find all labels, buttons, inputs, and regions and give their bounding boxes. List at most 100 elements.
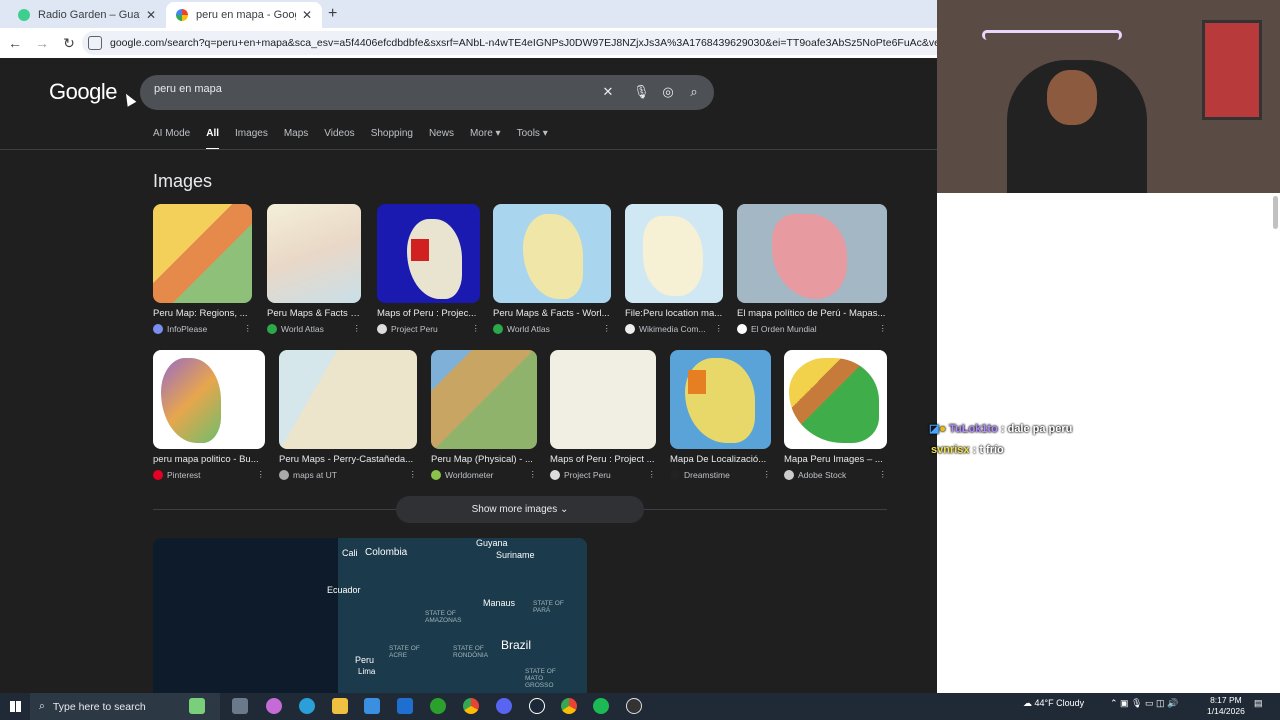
image-caption[interactable]: File:Peru location ma... [625,308,723,319]
camera-lens-icon[interactable]: ◎ [660,84,676,100]
search-icon[interactable]: ⌕ [686,84,702,100]
image-caption[interactable]: Maps of Peru : Project ... [550,454,656,465]
steam-icon[interactable] [529,698,545,714]
tab-all[interactable]: All [206,128,220,150]
task-view-icon[interactable] [232,698,248,714]
discord-icon[interactable] [496,698,512,714]
image-caption[interactable]: Peru Maps & Facts - Worl... [493,308,611,319]
map-preview[interactable]: Cali Colombia Guyana Suriname Ecuador Ma… [153,538,587,693]
google-logo[interactable]: Google [49,79,117,105]
more-options-icon[interactable]: ⋮ [529,469,538,480]
more-options-icon[interactable]: ⋮ [648,469,657,480]
image-result[interactable]: Peru Map: Regions, ... InfoPlease ⋮ [153,204,252,334]
store-icon[interactable] [364,698,380,714]
close-tab-icon[interactable]: ✕ [146,8,156,22]
edge-icon[interactable] [299,698,315,714]
site-info-icon[interactable] [88,36,102,50]
more-options-icon[interactable]: ⋮ [763,469,772,480]
image-thumbnail[interactable] [279,350,417,449]
tab-more[interactable]: More ▾ [470,128,501,150]
image-caption[interactable]: Peru Maps - Perry-Castañeda... [279,454,417,465]
tab-tools[interactable]: Tools ▾ [517,128,548,150]
image-caption[interactable]: Mapa Peru Images – ... [784,454,887,465]
image-caption[interactable]: Peru Maps & Facts - ... [267,308,361,319]
clear-icon[interactable]: ✕ [600,84,616,100]
image-thumbnail[interactable] [625,204,723,303]
image-thumbnail[interactable] [153,350,265,449]
more-options-icon[interactable]: ⋮ [715,323,724,334]
xbox-icon[interactable] [430,698,446,714]
image-thumbnail[interactable] [493,204,611,303]
search-input[interactable] [154,83,584,95]
image-caption[interactable]: Mapa De Localizació... [670,454,771,465]
image-caption[interactable]: El mapa político de Perú - Mapas... [737,308,887,319]
more-options-icon[interactable]: ⋮ [472,323,481,334]
more-options-icon[interactable]: ⋮ [353,323,362,334]
copilot-icon[interactable] [266,698,282,714]
close-tab-icon[interactable]: ✕ [302,8,312,22]
scrollbar[interactable] [1273,196,1278,229]
image-result[interactable]: Mapa De Localizació... Dreamstime ⋮ [670,350,771,480]
tab-google-search[interactable]: peru en mapa - Google Search ✕ [166,2,322,28]
tab-images[interactable]: Images [235,128,268,150]
forward-icon[interactable]: → [30,35,54,51]
image-result[interactable]: El mapa político de Perú - Mapas... El O… [737,204,887,334]
image-thumbnail[interactable] [737,204,887,303]
image-result[interactable]: Maps of Peru : Project ... Project Peru ⋮ [550,350,656,480]
image-result[interactable]: Maps of Peru : Projec... Project Peru ⋮ [377,204,480,334]
new-tab-icon[interactable]: + [328,5,337,23]
image-thumbnail[interactable] [784,350,887,449]
start-icon[interactable] [10,701,21,712]
tab-radio-garden[interactable]: Radio Garden – Guayana City ✕ [8,2,166,28]
image-result[interactable]: Mapa Peru Images – ... Adobe Stock ⋮ [784,350,887,480]
clock[interactable]: 8:17 PM 1/14/2026 [1207,695,1245,717]
more-options-icon[interactable]: ⋮ [244,323,253,334]
tab-maps[interactable]: Maps [284,128,308,150]
chrome-icon[interactable] [463,698,479,714]
spotify-icon[interactable] [593,698,609,714]
image-thumbnail[interactable] [377,204,480,303]
browser-tab-bar: Radio Garden – Guayana City ✕ peru en ma… [0,0,937,28]
image-result[interactable]: peru mapa politico - Bu... Pinterest ⋮ [153,350,265,480]
google-favicon-icon [176,9,188,21]
notification-icon[interactable]: ▤ [1254,698,1263,709]
image-result[interactable]: Peru Maps - Perry-Castañeda... maps at U… [279,350,417,480]
image-thumbnail[interactable] [670,350,771,449]
image-thumbnail[interactable] [153,204,252,303]
image-caption[interactable]: Maps of Peru : Projec... [377,308,480,319]
weather-widget[interactable]: ☁ 44°F Cloudy [1023,698,1084,709]
back-icon[interactable]: ← [3,35,27,51]
more-options-icon[interactable]: ⋮ [879,323,888,334]
more-options-icon[interactable]: ⋮ [257,469,266,480]
image-caption[interactable]: Peru Map: Regions, ... [153,308,252,319]
image-caption[interactable]: Peru Map (Physical) - ... [431,454,537,465]
chrome-icon[interactable] [561,698,577,714]
more-options-icon[interactable]: ⋮ [879,469,888,480]
tab-news[interactable]: News [429,128,454,150]
cube-app-icon[interactable] [189,698,205,714]
image-caption[interactable]: peru mapa politico - Bu... [153,454,265,465]
tray-icons[interactable]: ⌃ ▣ 🎙 ▭ ◫ 🔊 [1110,698,1178,709]
more-options-icon[interactable]: ⋮ [409,469,418,480]
image-result[interactable]: Peru Maps & Facts - ... World Atlas ⋮ [267,204,361,334]
obs-icon[interactable] [626,698,642,714]
image-result[interactable]: File:Peru location ma... Wikimedia Com..… [625,204,723,334]
tools-label: Tools [516,128,540,139]
tab-shopping[interactable]: Shopping [371,128,413,150]
image-result[interactable]: Peru Map (Physical) - ... Worldometer ⋮ [431,350,537,480]
microphone-icon[interactable]: 🎙 [633,84,650,100]
image-thumbnail[interactable] [550,350,656,449]
show-more-images-button[interactable]: Show more images ⌄ [396,496,644,523]
image-result[interactable]: Peru Maps & Facts - Worl... World Atlas ⋮ [493,204,611,334]
map-label-ecuador: Ecuador [327,585,361,595]
reload-icon[interactable]: ↻ [57,35,81,52]
image-thumbnail[interactable] [267,204,361,303]
outlook-icon[interactable] [397,698,413,714]
file-explorer-icon[interactable] [332,698,348,714]
more-options-icon[interactable]: ⋮ [603,323,612,334]
image-thumbnail[interactable] [431,350,537,449]
tab-videos[interactable]: Videos [324,128,354,150]
tab-ai-mode[interactable]: AI Mode [153,128,190,150]
address-bar[interactable]: google.com/search?q=peru+en+mapa&sca_esv… [82,31,937,55]
search-box[interactable]: ✕ 🎙 ◎ ⌕ [140,75,714,110]
